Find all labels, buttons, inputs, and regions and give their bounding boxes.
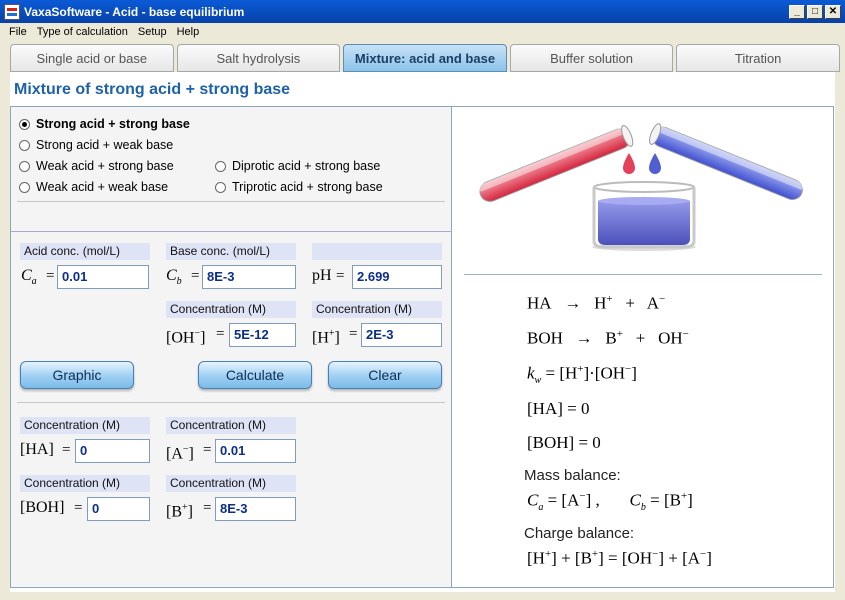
menu-setup[interactable]: Setup bbox=[133, 26, 172, 38]
divider bbox=[17, 402, 445, 403]
blue-drop-icon bbox=[649, 153, 661, 174]
b-concentration-output[interactable]: 8E-3 bbox=[215, 497, 296, 521]
window-title: VaxaSoftware - Acid - base equilibrium bbox=[24, 4, 245, 19]
ca-symbol: Ca bbox=[21, 267, 37, 288]
option-label: Weak acid + strong base bbox=[36, 159, 174, 173]
ha-conc-label: Concentration (M) bbox=[20, 417, 150, 434]
tab-bar: Single acid or base Salt hydrolysis Mixt… bbox=[10, 44, 840, 72]
ha-concentration-output[interactable]: 0 bbox=[75, 439, 150, 463]
calculate-button[interactable]: Calculate bbox=[198, 361, 312, 389]
cb-symbol: Cb bbox=[166, 267, 182, 288]
title-bar: VaxaSoftware - Acid - base equilibrium _… bbox=[0, 0, 845, 23]
a-concentration-output[interactable]: 0.01 bbox=[215, 439, 296, 463]
h-symbol: [H+] bbox=[312, 328, 340, 347]
divider bbox=[17, 201, 445, 202]
option-strong-acid-strong-base[interactable]: Strong acid + strong base bbox=[19, 117, 190, 131]
mass-balance-caption: Mass balance: bbox=[524, 467, 621, 484]
charge-balance-caption: Charge balance: bbox=[524, 525, 635, 542]
option-label: Diprotic acid + strong base bbox=[232, 159, 381, 173]
radio-icon[interactable] bbox=[215, 181, 226, 193]
b-conc-label: Concentration (M) bbox=[166, 475, 296, 492]
boh-zero-equation: [BOH] = 0 bbox=[527, 433, 601, 452]
window-controls: _ □ ✕ bbox=[789, 4, 841, 19]
menu-bar: File Type of calculation Setup Help bbox=[0, 23, 845, 41]
oh-concentration-output[interactable]: 5E-12 bbox=[229, 323, 296, 347]
equals-sign: = bbox=[46, 268, 55, 284]
app-icon bbox=[4, 3, 20, 20]
option-label: Strong acid + weak base bbox=[36, 138, 174, 152]
b-symbol: [B+] bbox=[166, 502, 193, 521]
boh-concentration-output[interactable]: 0 bbox=[87, 497, 150, 521]
option-weak-acid-weak-base[interactable]: Weak acid + weak base bbox=[19, 180, 168, 194]
equations-panel: HA → H+ + A− BOH → B+ + OH− kw = [H+]·[O… bbox=[452, 106, 834, 588]
tab-mixture-acid-and-base[interactable]: Mixture: acid and base bbox=[343, 44, 507, 72]
calculation-panel: Strong acid + strong base Strong acid + … bbox=[10, 106, 452, 588]
mass-balance-equation: Ca = [A−] , Cb = [B+] bbox=[527, 490, 693, 514]
a-symbol: [A−] bbox=[166, 444, 194, 463]
a-conc-label: Concentration (M) bbox=[166, 417, 296, 434]
oh-conc-label: Concentration (M) bbox=[166, 301, 296, 318]
base-concentration-input[interactable]: 8E-3 bbox=[202, 265, 296, 289]
equals-sign: = bbox=[191, 268, 200, 284]
acid-conc-label: Acid conc. (mol/L) bbox=[20, 243, 150, 260]
menu-help[interactable]: Help bbox=[172, 26, 205, 38]
equals-sign: = bbox=[336, 268, 345, 284]
tab-titration[interactable]: Titration bbox=[676, 44, 840, 72]
boh-conc-label: Concentration (M) bbox=[20, 475, 150, 492]
equals-sign: = bbox=[203, 442, 212, 458]
main-content: Mixture of strong acid + strong base Str… bbox=[10, 72, 835, 592]
option-strong-acid-weak-base[interactable]: Strong acid + weak base bbox=[19, 138, 173, 152]
base-conc-label: Base conc. (mol/L) bbox=[166, 243, 296, 260]
option-label: Strong acid + strong base bbox=[36, 117, 190, 131]
ph-output[interactable]: 2.699 bbox=[352, 265, 442, 289]
tab-buffer-solution[interactable]: Buffer solution bbox=[509, 44, 674, 72]
clear-button[interactable]: Clear bbox=[328, 361, 442, 389]
ha-symbol: [HA] bbox=[20, 441, 54, 458]
option-label: Weak acid + weak base bbox=[36, 180, 169, 194]
boh-dissociation-equation: BOH → B+ + OH− bbox=[527, 328, 689, 348]
equals-sign: = bbox=[349, 326, 358, 342]
minimize-button[interactable]: _ bbox=[789, 4, 805, 19]
oh-symbol: [OH−] bbox=[166, 328, 206, 347]
tab-single-acid-or-base[interactable]: Single acid or base bbox=[10, 44, 174, 72]
graphic-button[interactable]: Graphic bbox=[20, 361, 134, 389]
radio-icon[interactable] bbox=[19, 181, 30, 193]
divider bbox=[464, 274, 822, 275]
menu-file[interactable]: File bbox=[4, 26, 32, 38]
option-weak-acid-strong-base[interactable]: Weak acid + strong base bbox=[19, 159, 174, 173]
tab-salt-hydrolysis[interactable]: Salt hydrolysis bbox=[176, 44, 341, 72]
radio-icon[interactable] bbox=[215, 160, 226, 172]
red-tube-icon bbox=[477, 125, 634, 202]
ph-blank-label bbox=[312, 243, 442, 260]
radio-icon[interactable] bbox=[19, 118, 30, 130]
option-label: Triprotic acid + strong base bbox=[232, 180, 383, 194]
test-tubes-illustration bbox=[477, 123, 805, 251]
close-button[interactable]: ✕ bbox=[825, 4, 841, 19]
maximize-button[interactable]: □ bbox=[807, 4, 823, 19]
radio-icon[interactable] bbox=[19, 160, 30, 172]
kw-equation: kw = [H+]·[OH−] bbox=[527, 363, 637, 387]
h-concentration-output[interactable]: 2E-3 bbox=[361, 323, 442, 347]
acid-concentration-input[interactable]: 0.01 bbox=[57, 265, 149, 289]
h-conc-label: Concentration (M) bbox=[312, 301, 442, 318]
divider bbox=[11, 231, 452, 232]
equals-sign: = bbox=[74, 500, 83, 516]
boh-symbol: [BOH] bbox=[20, 499, 65, 516]
option-triprotic-acid-strong-base[interactable]: Triprotic acid + strong base bbox=[215, 180, 383, 194]
radio-icon[interactable] bbox=[19, 139, 30, 151]
equals-sign: = bbox=[62, 442, 71, 458]
red-drop-icon bbox=[623, 153, 635, 174]
ha-zero-equation: [HA] = 0 bbox=[527, 399, 590, 418]
ha-dissociation-equation: HA → H+ + A− bbox=[527, 293, 666, 313]
equals-sign: = bbox=[203, 500, 212, 516]
equals-sign: = bbox=[216, 326, 225, 342]
option-diprotic-acid-strong-base[interactable]: Diprotic acid + strong base bbox=[215, 159, 380, 173]
beaker-icon bbox=[592, 181, 696, 251]
page-title: Mixture of strong acid + strong base bbox=[14, 81, 291, 98]
ph-symbol: pH bbox=[312, 267, 332, 284]
menu-type-of-calculation[interactable]: Type of calculation bbox=[32, 26, 133, 38]
charge-balance-equation: [H+] + [B+] = [OH−] + [A−] bbox=[527, 548, 712, 568]
